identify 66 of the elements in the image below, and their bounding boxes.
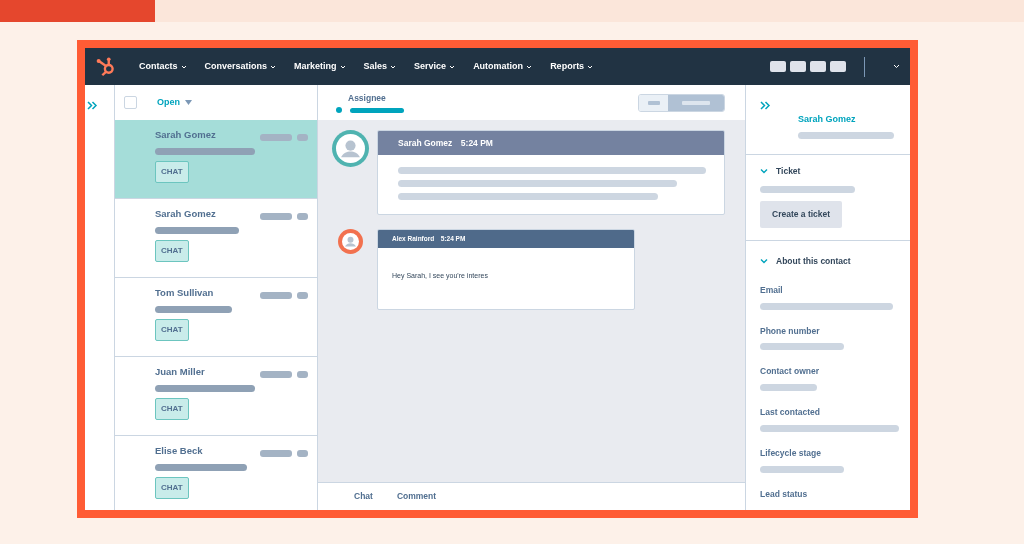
avatar [332,130,369,167]
select-all-checkbox[interactable] [124,96,137,109]
composer-tab[interactable]: Chat [354,490,373,503]
nav-menu-item[interactable]: Conversations [198,59,283,74]
conversation-row[interactable]: Sarah Gomez CHAT [115,120,317,199]
message-header: Sarah Gomez 5:24 PM [378,131,724,155]
contact-name: Elise Beck [155,444,203,458]
time-placeholder [260,213,292,220]
contact-name: Sarah Gomez [155,128,216,142]
time-placeholder [260,450,292,457]
nav-menu-item[interactable]: Contacts [133,59,193,74]
composer-tab[interactable]: Comment [396,490,437,503]
count-placeholder [297,371,308,378]
time-placeholder [260,292,292,299]
nav-menu-item[interactable]: Reports [544,59,600,74]
field-label: Contact owner [760,365,821,378]
channel-tag: CHAT [155,240,189,263]
caret-icon [180,64,187,69]
caret-icon [526,64,533,69]
channel-tag: CHAT [155,398,189,421]
collapse-icon[interactable] [760,101,771,111]
caret-icon [185,100,192,105]
contact-name: Sarah Gomez [155,207,216,221]
caret-icon [390,64,397,69]
count-placeholder [297,134,308,141]
toolbar-icon[interactable] [770,61,786,72]
field-label: Email [760,283,784,297]
field-value-placeholder [760,384,817,391]
caret-icon [270,64,277,69]
nav-menu-item[interactable]: Service [408,59,462,74]
caret-icon[interactable] [893,64,900,69]
nav-menu-item[interactable]: Marketing [288,59,352,74]
time-placeholder [260,371,292,378]
section-toggle[interactable]: Ticket [760,165,801,178]
caret-icon [449,64,456,69]
assignee-label: Assignee [348,91,387,105]
assignee-placeholder [350,107,404,113]
field-label: Lead status [760,487,809,501]
channel-tag: CHAT [155,161,189,184]
expand-icon[interactable] [87,101,98,111]
toolbar-icon[interactable] [810,61,826,72]
channel-tag: CHAT [155,319,189,342]
avatar [338,229,363,254]
nav-menu-item[interactable]: Sales [357,59,403,74]
caret-icon [587,64,594,69]
caret-icon [339,64,346,69]
field-label: Last contacted [760,406,821,419]
contact-name: Juan Miller [155,365,205,379]
nav-menu-item[interactable]: Automation [467,59,539,74]
channel-tag: CHAT [155,477,189,500]
count-placeholder [297,213,308,220]
count-placeholder [297,450,308,457]
time-placeholder [260,134,292,141]
section-toggle[interactable]: About this contact [760,255,851,268]
toolbar-icon[interactable] [830,61,846,72]
field-label: Lifecycle stage [760,446,822,460]
create-ticket-button[interactable]: Create a ticket [760,200,843,228]
status-dot [336,107,342,114]
toolbar-icon[interactable] [790,61,806,72]
view-toggle-tab[interactable] [668,94,724,111]
field-label: Phone number [760,324,821,338]
count-placeholder [297,292,308,299]
sprocket-logo-icon[interactable] [95,55,117,78]
view-toggle-tab[interactable] [639,94,668,111]
contact-name: Sarah Gomez [798,113,857,126]
contact-name: Tom Sullivan [155,286,214,300]
